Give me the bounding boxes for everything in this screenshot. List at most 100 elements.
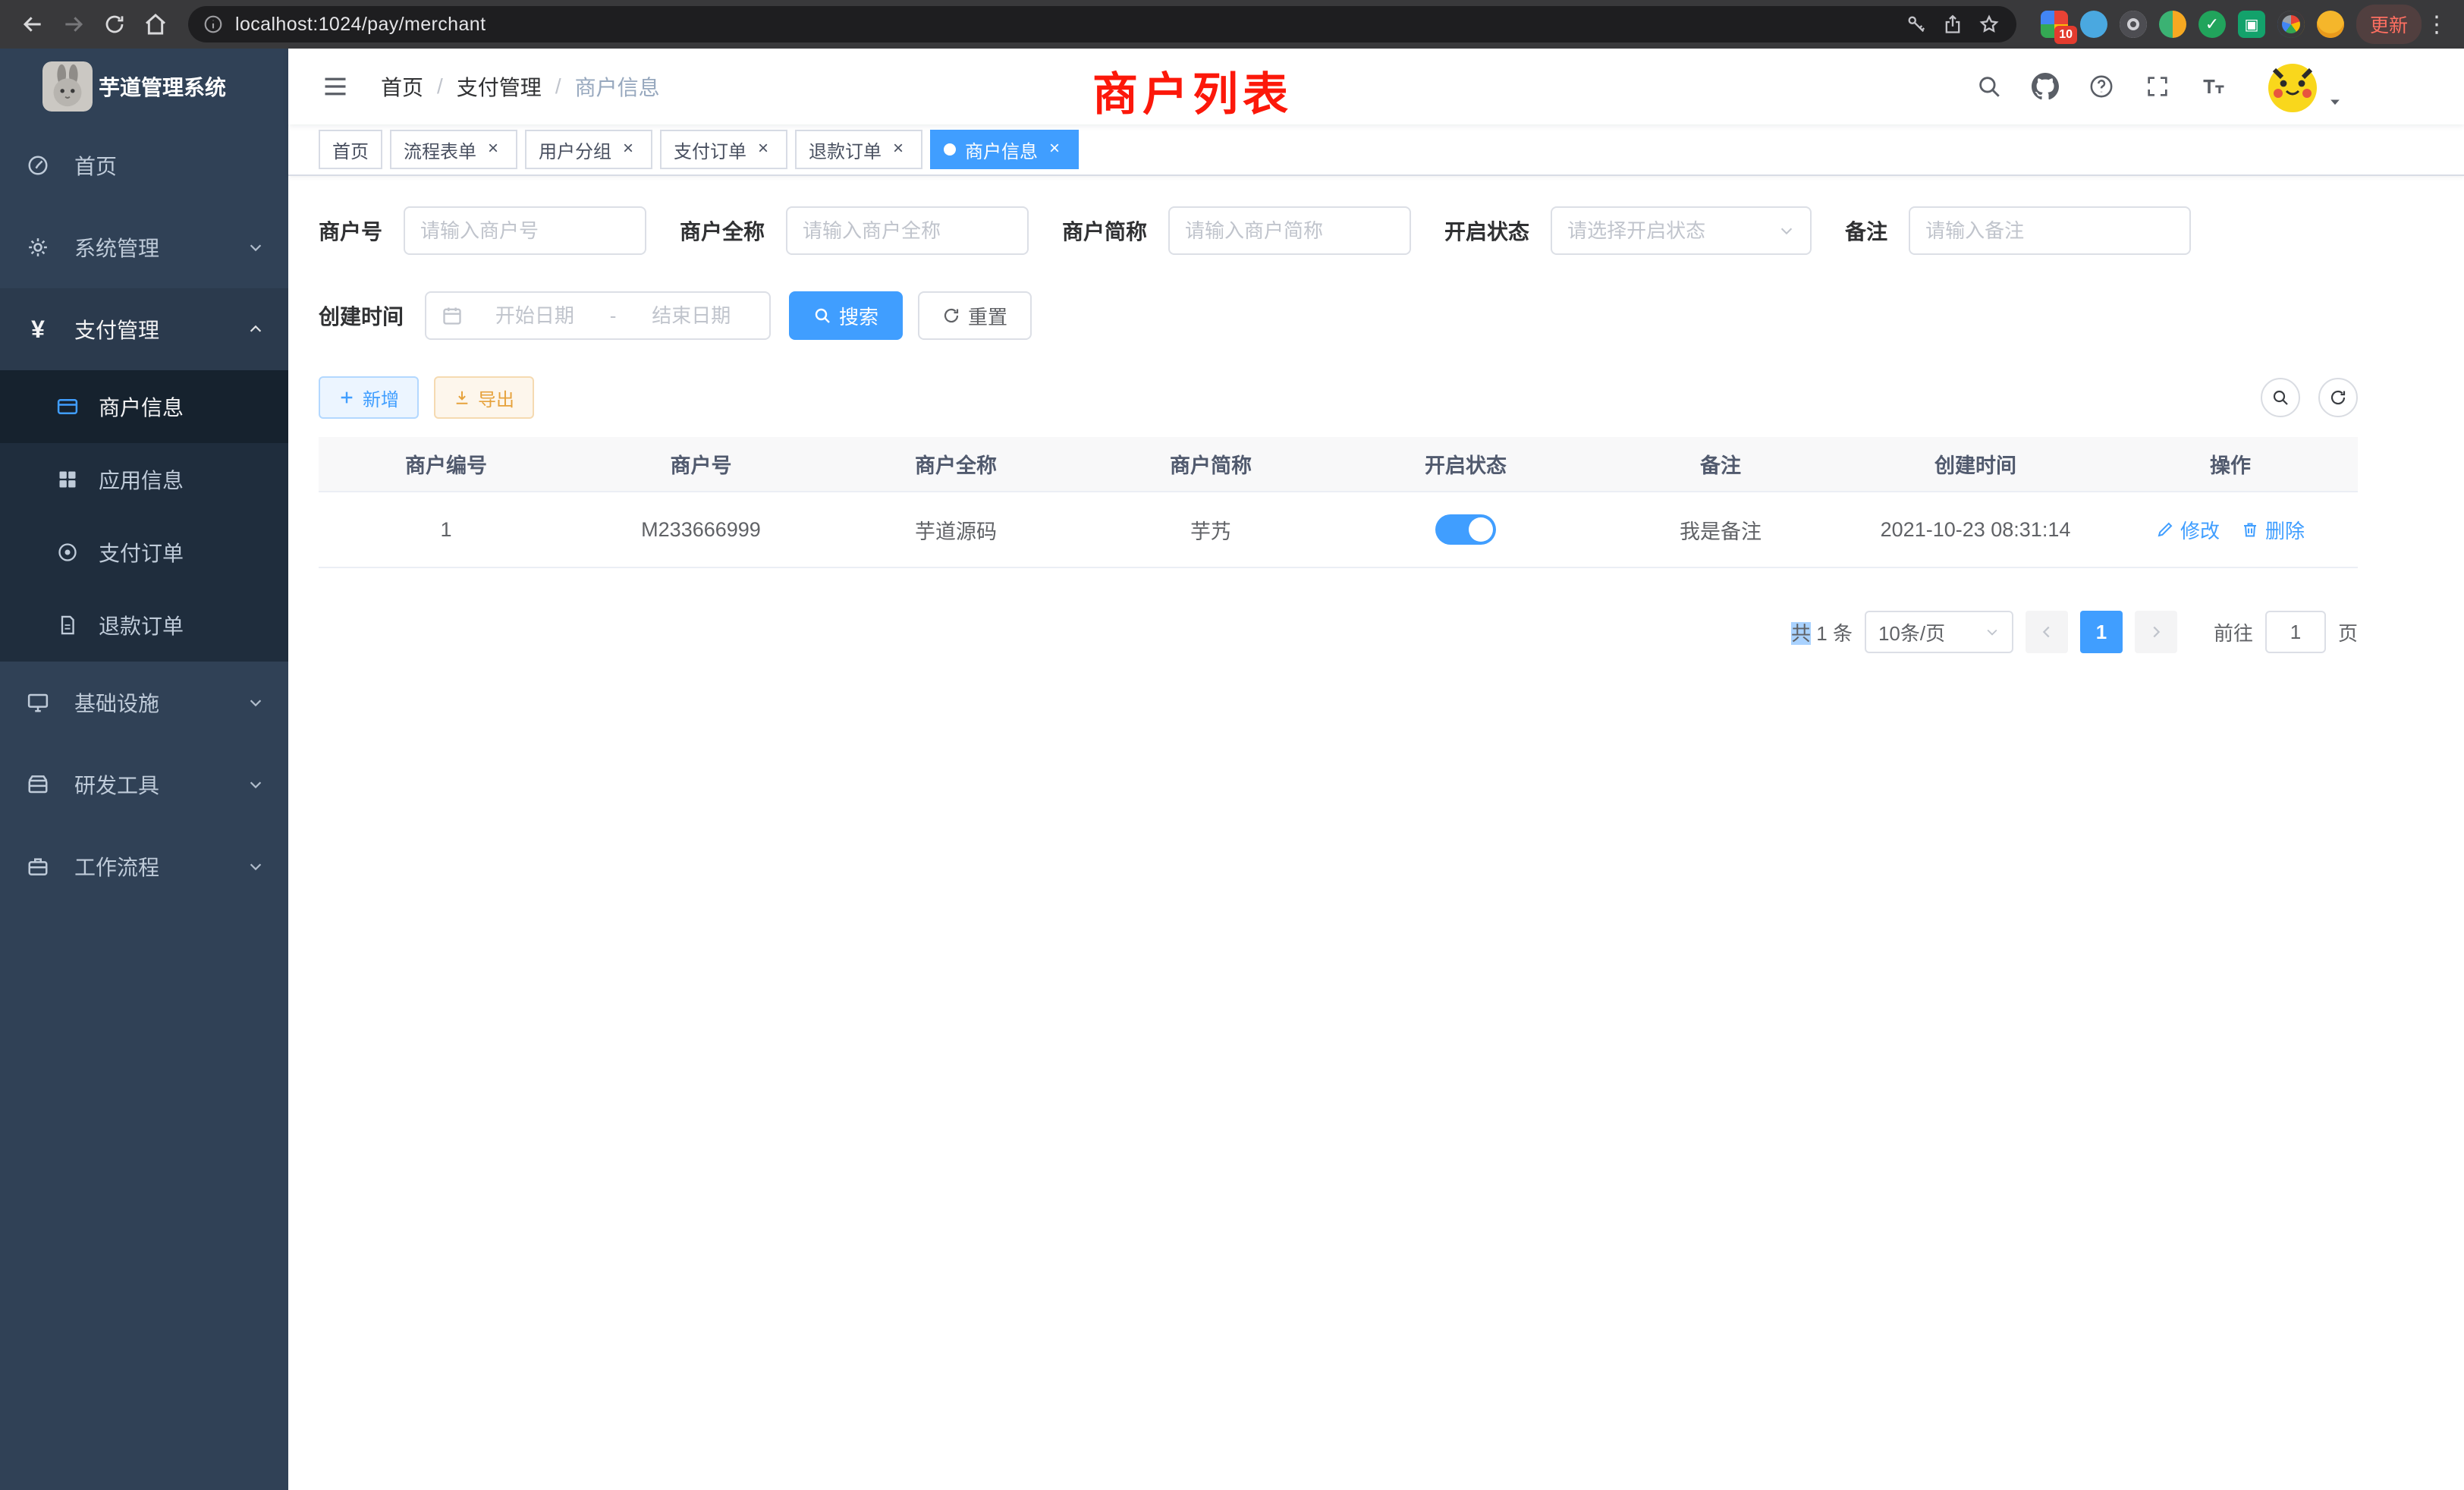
tab-home[interactable]: 首页 [319,130,382,169]
close-icon[interactable]: × [1044,139,1065,160]
sidebar-item-infra[interactable]: 基础设施 [0,662,288,743]
calendar-icon [442,305,463,326]
address-bar[interactable]: localhost:1024/pay/merchant [188,6,2016,42]
field-label: 商户简称 [1062,215,1147,246]
export-button[interactable]: 导出 [434,376,534,419]
sidebar-item-merchant-info[interactable]: 商户信息 [0,370,288,443]
tab-refund-order[interactable]: 退款订单× [795,130,922,169]
bookmark-star-icon[interactable] [1971,6,2007,42]
yen-icon: ¥ [26,317,50,341]
table-toolbar: 新增 导出 [319,376,2358,419]
cell-short-name: 芋艿 [1083,492,1338,567]
remark-input-field[interactable] [1925,219,2174,243]
short-name-input-field[interactable] [1185,219,1394,243]
prev-page-button[interactable] [2026,611,2068,653]
browser-menu-icon[interactable]: ⋮ [2422,11,2452,38]
extension-icon-2[interactable] [2080,11,2107,38]
end-date-field[interactable] [628,304,754,328]
github-icon[interactable] [2029,70,2062,103]
sidebar-item-dev-tools[interactable]: 研发工具 [0,743,288,825]
reset-button[interactable]: 重置 [918,291,1032,340]
help-icon[interactable] [2085,70,2118,103]
column-header: 商户全称 [828,437,1083,492]
browser-home-icon[interactable] [135,4,176,45]
merchant-no-input[interactable] [404,206,646,255]
tab-user-group[interactable]: 用户分组× [525,130,652,169]
extension-icon-6[interactable]: ▣ [2238,11,2265,38]
date-range-picker[interactable]: - [425,291,771,340]
toggle-search-icon[interactable] [2261,378,2300,417]
merchant-table: 商户编号 商户号 商户全称 商户简称 开启状态 备注 创建时间 操作 1 [319,437,2358,568]
cell-actions: 修改 删除 [2103,492,2358,567]
logo-avatar-image [42,61,93,112]
status-toggle[interactable] [1435,514,1496,545]
close-icon[interactable]: × [618,139,639,160]
browser-reload-icon[interactable] [94,4,135,45]
active-dot [944,143,956,156]
password-key-icon[interactable] [1898,6,1934,42]
start-date-field[interactable] [472,304,598,328]
browser-update-button[interactable]: 更新 [2356,5,2422,44]
sidebar-item-home[interactable]: 首页 [0,124,288,206]
status-select[interactable] [1551,206,1812,255]
sidebar-toggle-icon[interactable] [311,62,360,111]
remark-input[interactable] [1909,206,2191,255]
column-header: 商户编号 [319,437,574,492]
short-name-input[interactable] [1168,206,1411,255]
tab-pay-order[interactable]: 支付订单× [660,130,787,169]
extension-icon-7[interactable] [2277,11,2305,38]
tab-process-form[interactable]: 流程表单 × [390,130,517,169]
fullscreen-icon[interactable] [2141,70,2174,103]
user-menu[interactable] [2265,59,2343,114]
breadcrumb-item[interactable]: 支付管理 [457,71,542,102]
full-name-input-field[interactable] [803,219,1012,243]
close-icon[interactable]: × [888,139,909,160]
page-info-icon[interactable] [203,14,223,34]
monitor-icon [26,691,50,714]
delete-link[interactable]: 删除 [2241,516,2305,544]
search-icon[interactable] [1972,70,2006,103]
sidebar-item-pay-order[interactable]: 支付订单 [0,516,288,589]
font-size-icon[interactable] [2197,70,2230,103]
app-title: 芋道管理系统 [99,71,226,102]
tab-label: 流程表单 [404,137,476,163]
page-size-select[interactable]: 10条/页 [1865,611,2013,653]
refresh-icon[interactable] [2318,378,2358,417]
extension-icon-4[interactable] [2159,11,2186,38]
breadcrumb-separator: / [437,74,443,99]
app-logo[interactable]: 芋道管理系统 [0,49,288,124]
breadcrumb-item[interactable]: 首页 [381,71,423,102]
sidebar-item-workflow[interactable]: 工作流程 [0,825,288,907]
pagination-total-highlighted: 共 [1791,622,1811,645]
sidebar-item-label: 研发工具 [74,769,159,800]
browser-back-icon[interactable] [12,4,53,45]
full-name-input[interactable] [786,206,1029,255]
status-select-field[interactable] [1567,219,1769,243]
sidebar-item-system[interactable]: 系统管理 [0,206,288,288]
share-icon[interactable] [1934,6,1971,42]
edit-link[interactable]: 修改 [2156,516,2220,544]
extension-icon-8[interactable] [2317,11,2344,38]
sidebar-item-pay[interactable]: ¥ 支付管理 [0,288,288,370]
chevron-down-icon [1778,222,1795,239]
sidebar-item-refund-order[interactable]: 退款订单 [0,589,288,662]
briefcase-icon [26,855,50,878]
tab-merchant-info[interactable]: 商户信息× [930,130,1079,169]
close-icon[interactable]: × [482,139,504,160]
page-number-button[interactable]: 1 [2080,611,2123,653]
sidebar-item-app-info[interactable]: 应用信息 [0,443,288,516]
extension-icon-1[interactable]: 10 [2041,11,2068,38]
extension-icon-5[interactable]: ✓ [2198,11,2226,38]
goto-page-input[interactable] [2265,611,2326,653]
filter-short-name: 商户简称 [1062,206,1411,255]
add-button[interactable]: 新增 [319,376,419,419]
next-page-button[interactable] [2135,611,2177,653]
search-button[interactable]: 搜索 [789,291,903,340]
field-label: 商户号 [319,215,382,246]
reset-button-label: 重置 [968,302,1007,330]
browser-forward-icon[interactable] [53,4,94,45]
close-icon[interactable]: × [753,139,774,160]
filter-row-1: 商户号 商户全称 商户简称 [319,206,2358,255]
extension-icon-3[interactable] [2120,11,2147,38]
merchant-no-input-field[interactable] [420,219,630,243]
